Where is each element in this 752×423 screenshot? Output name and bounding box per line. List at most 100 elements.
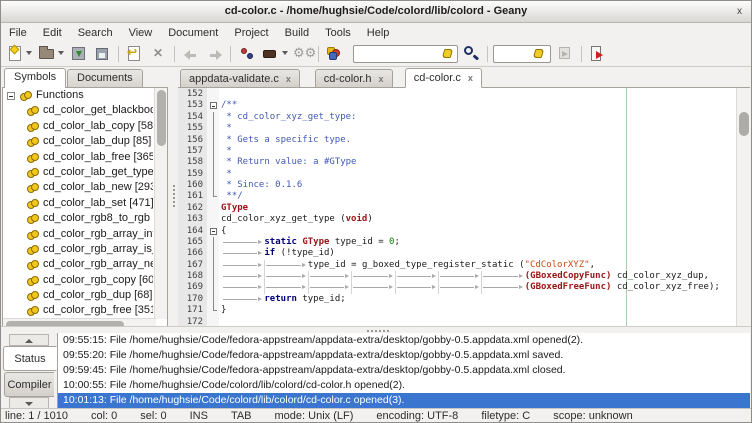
- open-file-button[interactable]: [37, 44, 57, 64]
- code-line: 160 * Since: 0.1.6: [178, 180, 750, 191]
- tree-item-function[interactable]: cd_color_lab_get_type [203]: [3, 165, 153, 180]
- search-icon: [464, 46, 473, 55]
- tree-root-functions[interactable]: Functions: [3, 88, 153, 103]
- tab-close-icon[interactable]: x: [379, 74, 384, 84]
- fold-cell: [209, 112, 218, 123]
- jump-to-line-button[interactable]: [557, 44, 577, 64]
- window-close-icon[interactable]: x: [737, 1, 742, 22]
- toolbar-separator: [581, 46, 582, 62]
- code-text: if (!type_id): [221, 248, 335, 259]
- status-message-row[interactable]: 09:59:45: File /home/hughsie/Code/fedora…: [58, 363, 750, 378]
- tab-symbols[interactable]: Symbols: [4, 68, 66, 88]
- tab-documents[interactable]: Documents: [67, 69, 143, 88]
- editor-tab-appdata-validate.c[interactable]: appdata-validate.c x: [180, 69, 300, 88]
- status-message-row[interactable]: 10:01:13: File /home/hughsie/Code/colord…: [58, 393, 750, 408]
- tree-item-function[interactable]: cd_color_lab_copy [586]: [3, 119, 153, 134]
- sidebar-splitter[interactable]: [169, 67, 178, 326]
- tree-item-function[interactable]: cd_color_get_blackbody_rgb [99: [3, 103, 153, 118]
- compile-button[interactable]: [238, 44, 258, 64]
- tree-item-function[interactable]: cd_color_lab_new [293]: [3, 180, 153, 195]
- tabs-scroll-up-button[interactable]: [9, 334, 49, 346]
- tab-status[interactable]: Status: [3, 346, 57, 371]
- fold-cell: [209, 191, 218, 202]
- tree-item-function[interactable]: cd_color_rgb_array_interpolate [9: [3, 227, 153, 242]
- function-label: cd_color_rgb_array_interpolate [9: [43, 227, 153, 242]
- fold-line-icon: [213, 157, 214, 168]
- tree-item-function[interactable]: cd_color_rgb_free [351]: [3, 303, 153, 318]
- fold-cell[interactable]: [209, 100, 218, 111]
- nav-forward-button[interactable]: [206, 44, 226, 64]
- back-icon: [185, 50, 197, 57]
- tab-whitespace-icon: [395, 271, 438, 282]
- tab-whitespace-icon: [221, 294, 264, 305]
- arrow-up-icon: [25, 339, 33, 343]
- tree-item-function[interactable]: cd_color_lab_dup [85]: [3, 134, 153, 149]
- status-message-row[interactable]: 09:55:20: File /home/hughsie/Code/fedora…: [58, 348, 750, 363]
- window-title: cd-color.c - /home/hughsie/Code/colord/l…: [225, 5, 528, 17]
- tree-item-function[interactable]: cd_color_rgb_array_is_monotonic: [3, 242, 153, 257]
- line-number: 160: [178, 180, 203, 191]
- bottom-panel-splitter[interactable]: [1, 326, 751, 333]
- build-button[interactable]: [260, 44, 280, 64]
- line-number: 163: [178, 214, 203, 225]
- editor-vertical-scrollbar[interactable]: [736, 88, 750, 326]
- statusbar-item: mode: Unix (LF): [275, 409, 354, 423]
- fold-cell: [209, 123, 218, 134]
- tab-close-icon[interactable]: x: [468, 73, 473, 83]
- function-label: cd_color_get_blackbody_rgb [99: [43, 103, 153, 118]
- title-bar[interactable]: cd-color.c - /home/hughsie/Code/colord/l…: [1, 1, 751, 23]
- menu-file[interactable]: File: [1, 25, 35, 41]
- fold-line-icon: [213, 169, 214, 180]
- tab-whitespace-icon: [438, 282, 481, 293]
- tree-item-function[interactable]: cd_color_lab_set [471]: [3, 196, 153, 211]
- open-file-dropdown-icon[interactable]: [58, 51, 64, 55]
- menu-edit[interactable]: Edit: [35, 25, 70, 41]
- code-editor[interactable]: 152153/**154 * cd_color_xyz_get_type:155…: [178, 88, 750, 326]
- menu-search[interactable]: Search: [70, 25, 121, 41]
- menu-build[interactable]: Build: [277, 25, 317, 41]
- menu-tools[interactable]: Tools: [317, 25, 359, 41]
- tree-item-function[interactable]: cd_color_rgb8_to_rgb [626]: [3, 211, 153, 226]
- tree-item-function[interactable]: cd_color_lab_free [365]: [3, 150, 153, 165]
- new-document-button[interactable]: [6, 44, 26, 64]
- sidebar-vertical-scrollbar[interactable]: [154, 88, 167, 319]
- menu-view[interactable]: View: [121, 25, 161, 41]
- code-text: **/: [221, 191, 243, 202]
- tab-whitespace-icon: [264, 271, 307, 282]
- tab-whitespace-icon: [221, 271, 264, 282]
- tab-close-icon[interactable]: x: [286, 74, 291, 84]
- quit-button[interactable]: [589, 44, 609, 64]
- expander-icon[interactable]: [7, 92, 15, 100]
- menu-document[interactable]: Document: [160, 25, 226, 41]
- execute-button[interactable]: ⚙⚙: [292, 44, 312, 64]
- status-message-row[interactable]: 09:55:15: File /home/hughsie/Code/fedora…: [58, 333, 750, 348]
- status-message-row[interactable]: 10:00:55: File /home/hughsie/Code/colord…: [58, 378, 750, 393]
- menu-project[interactable]: Project: [226, 25, 276, 41]
- editor-tab-cd-color.h[interactable]: cd-color.hx: [315, 69, 393, 88]
- tab-compiler[interactable]: Compiler: [4, 372, 54, 397]
- symbol-icon: [27, 231, 39, 239]
- code-line: 156 * Gets a specific type.: [178, 135, 750, 146]
- fold-box-icon: [210, 228, 217, 235]
- tab-label: appdata-validate.c: [189, 73, 279, 85]
- fold-cell: [209, 180, 218, 191]
- menu-help[interactable]: Help: [359, 25, 398, 41]
- close-file-button[interactable]: ✕: [149, 44, 169, 64]
- find-button[interactable]: [462, 44, 482, 64]
- tab-whitespace-icon: [221, 237, 264, 248]
- color-chooser-button[interactable]: [325, 44, 345, 64]
- nav-back-button[interactable]: [182, 44, 202, 64]
- tree-item-function[interactable]: cd_color_rgb_dup [68]: [3, 288, 153, 303]
- code-text: cd_color_xyz_get_type (void): [221, 214, 373, 225]
- tree-item-function[interactable]: cd_color_rgb_array_new [896]: [3, 257, 153, 272]
- save-button[interactable]: [69, 44, 89, 64]
- save-all-button[interactable]: [93, 44, 113, 64]
- symbols-tree: Functionscd_color_get_blackbody_rgb [99c…: [3, 88, 153, 319]
- editor-tab-cd-color.c[interactable]: cd-color.cx: [405, 68, 482, 88]
- revert-button[interactable]: ↩: [125, 44, 145, 64]
- statusbar: line: 1 / 1010col: 0sel: 0INSTABmode: Un…: [1, 408, 751, 423]
- build-dropdown-icon[interactable]: [282, 51, 288, 55]
- tree-item-function[interactable]: cd_color_rgb_copy [606]: [3, 273, 153, 288]
- fold-cell[interactable]: [209, 226, 218, 237]
- new-document-dropdown-icon[interactable]: [26, 51, 32, 55]
